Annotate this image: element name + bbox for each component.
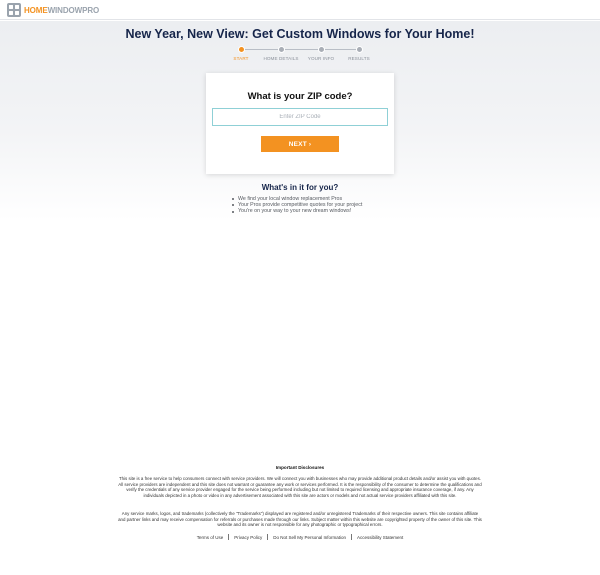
zip-code-input[interactable]	[212, 108, 388, 126]
step-results-label: RESULTS	[348, 56, 370, 61]
zip-form-card: What is your ZIP code? NEXT ›	[206, 73, 394, 174]
logo-text-rest: WINDOWPRO	[47, 5, 100, 15]
step-your-info-label: YOUR INFO	[307, 56, 335, 61]
list-item: You're on your way to your new dream win…	[232, 208, 362, 214]
zip-question: What is your ZIP code?	[247, 91, 353, 102]
accessibility-statement-link[interactable]: Accessibility Statement	[352, 535, 408, 540]
progress-steps: START HOME DETAILS YOUR INFO RESULTS	[226, 45, 376, 65]
terms-of-use-link[interactable]: Terms of Use	[192, 535, 229, 540]
privacy-policy-link[interactable]: Privacy Policy	[229, 535, 267, 540]
site-logo[interactable]: HOMEWINDOWPRO	[7, 3, 99, 17]
top-bar: HOMEWINDOWPRO	[0, 0, 600, 20]
benefits-heading: What's in it for you?	[261, 183, 339, 192]
disclosure-paragraph: This site is a free service to help cons…	[118, 476, 482, 498]
next-button[interactable]: NEXT ›	[261, 136, 339, 152]
step-home-details-dot	[277, 46, 285, 53]
step-start-label: START	[233, 56, 249, 61]
logo-text: HOMEWINDOWPRO	[24, 6, 99, 15]
do-not-sell-link[interactable]: Do Not Sell My Personal Information	[268, 535, 351, 540]
disclosures-heading: Important Disclosures	[275, 465, 325, 470]
progress-connector	[321, 49, 359, 50]
window-logo-icon	[7, 3, 21, 17]
footer-links: Terms of Use Privacy Policy Do Not Sell …	[0, 534, 600, 540]
step-your-info-dot	[317, 46, 325, 53]
progress-connector	[281, 49, 321, 50]
progress-connector	[241, 49, 281, 50]
step-home-details-label: HOME DETAILS	[263, 56, 299, 61]
benefits-list: We find your local window replacement Pr…	[232, 196, 362, 215]
step-start-dot	[237, 46, 245, 53]
step-results-dot	[355, 46, 363, 53]
trademark-paragraph: Any service marks, logos, and trademarks…	[118, 511, 482, 527]
page-headline: New Year, New View: Get Custom Windows f…	[125, 27, 475, 41]
logo-text-home: HOME	[24, 5, 48, 15]
